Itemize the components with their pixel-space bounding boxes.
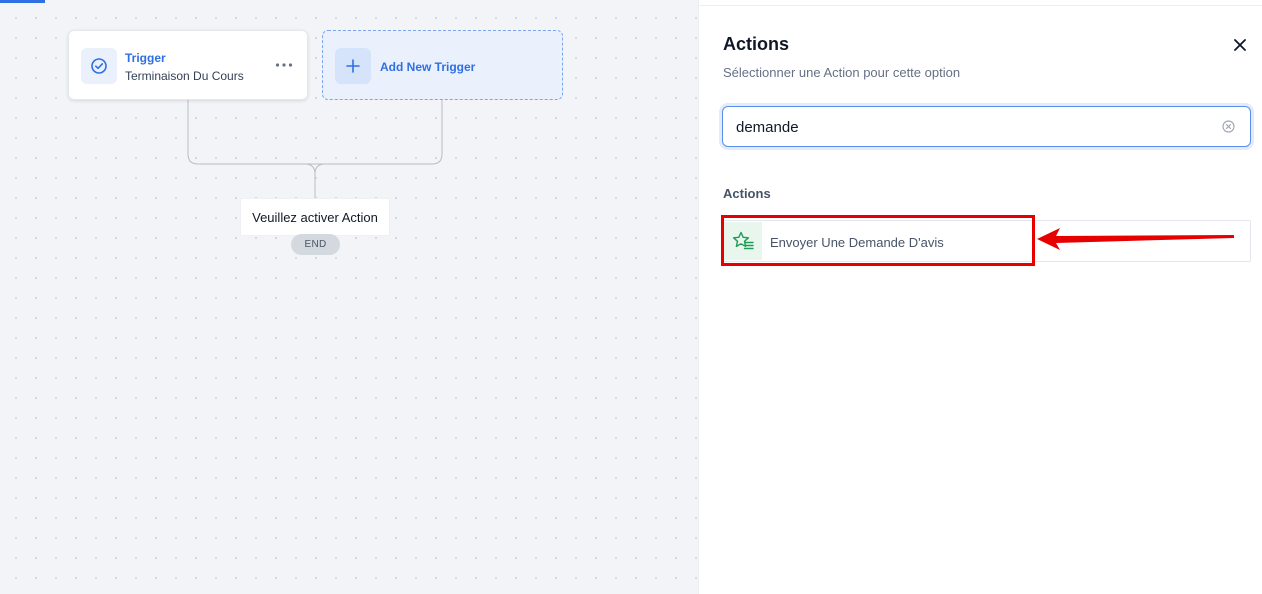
add-new-trigger-label: Add New Trigger xyxy=(380,60,476,74)
action-item-send-review-request[interactable]: Envoyer Une Demande D'avis xyxy=(722,220,1251,262)
clear-circle-icon[interactable] xyxy=(1222,120,1235,133)
actions-section-label: Actions xyxy=(723,186,771,201)
actions-panel: Actions Sélectionner une Action pour cet… xyxy=(699,0,1262,594)
search-field[interactable] xyxy=(722,106,1251,147)
trigger-node[interactable]: Trigger Terminaison Du Cours xyxy=(68,30,308,100)
add-new-trigger-button[interactable]: Add New Trigger xyxy=(322,30,563,100)
check-circle-icon xyxy=(81,48,117,84)
action-placeholder-node[interactable]: Veuillez activer Action xyxy=(240,198,390,236)
plus-icon xyxy=(335,48,371,84)
app-root: Trigger Terminaison Du Cours Add New Tri… xyxy=(0,0,1262,594)
close-button[interactable] xyxy=(1230,36,1250,54)
search-input[interactable] xyxy=(736,117,1206,137)
panel-title: Actions xyxy=(723,34,790,54)
more-horizontal-icon[interactable] xyxy=(272,55,296,75)
action-item-label: Envoyer Une Demande D'avis xyxy=(770,235,944,250)
workflow-canvas[interactable]: Trigger Terminaison Du Cours Add New Tri… xyxy=(0,0,699,594)
trigger-title: Trigger xyxy=(125,51,166,65)
star-list-icon xyxy=(724,222,762,260)
end-badge: END xyxy=(291,234,340,255)
trigger-subtitle: Terminaison Du Cours xyxy=(125,69,244,83)
panel-subtitle: Sélectionner une Action pour cette optio… xyxy=(723,65,961,80)
panel-divider xyxy=(699,5,1262,6)
close-icon xyxy=(1234,39,1246,51)
